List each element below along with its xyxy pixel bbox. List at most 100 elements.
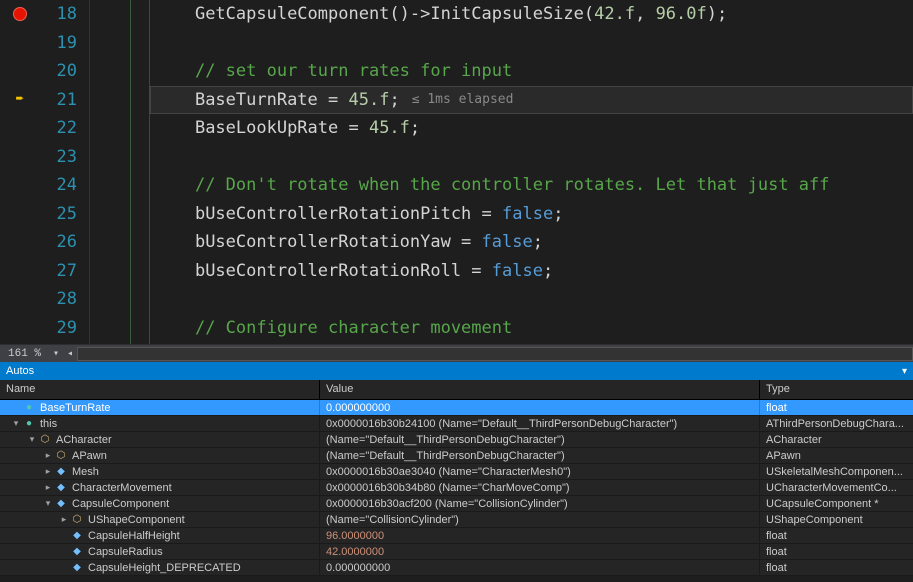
gutter-row[interactable] (0, 171, 40, 200)
watch-row[interactable]: ▸◆CharacterMovement 0x0000016b30b34b80 (N… (0, 480, 913, 496)
watch-row[interactable]: ▸⬡UShapeComponent(Name="CollisionCylinde… (0, 512, 913, 528)
watch-type-cell: AThirdPersonDebugChara... (760, 416, 913, 431)
watch-value-cell[interactable]: 42.0000000 (320, 544, 760, 559)
expand-icon[interactable]: ▸ (42, 482, 54, 494)
breakpoint-gutter[interactable]: ➨ (0, 0, 40, 344)
field-icon: ◆ (70, 529, 84, 543)
watch-value: 0x0000016b30b34b80 (Name="CharMoveComp") (326, 482, 570, 494)
watch-name: CharacterMovement (72, 482, 172, 494)
autos-panel-header[interactable]: Autos ▾ (0, 362, 913, 380)
watch-row[interactable]: ●BaseTurnRate0.000000000float (0, 400, 913, 416)
expand-icon[interactable]: ▾ (10, 418, 22, 430)
watch-row[interactable]: ▾⬡ACharacter(Name="Default__ThirdPersonD… (0, 432, 913, 448)
var-icon: ● (22, 401, 36, 415)
col-header-type[interactable]: Type (760, 380, 913, 399)
col-header-value[interactable]: Value (320, 380, 760, 399)
gutter-row[interactable] (0, 0, 40, 29)
code-line[interactable]: GetCapsuleComponent()->InitCapsuleSize(4… (150, 0, 913, 29)
scroll-left-icon[interactable]: ◂ (63, 347, 77, 361)
gutter-row[interactable] (0, 200, 40, 229)
watch-value-cell[interactable]: (Name="Default__ThirdPersonDebugCharacte… (320, 432, 760, 447)
watch-name: Mesh (72, 466, 99, 478)
expand-icon[interactable]: ▸ (42, 450, 54, 462)
gutter-row[interactable] (0, 257, 40, 286)
expand-icon[interactable]: ▾ (26, 434, 38, 446)
watch-type-cell: APawn (760, 448, 913, 463)
line-numbers: 181920212223242526272829 (40, 0, 90, 344)
watch-type-cell: ACharacter (760, 432, 913, 447)
watch-type-cell: float (760, 400, 913, 415)
zoom-dropdown-icon[interactable]: ▾ (49, 347, 63, 361)
zoom-level[interactable]: 161 % (0, 348, 49, 360)
watch-value-cell[interactable]: 0x0000016b30ae3040 (Name="CharacterMesh0… (320, 464, 760, 479)
code-line[interactable]: // Don't rotate when the controller rota… (150, 171, 913, 200)
gutter-row[interactable] (0, 228, 40, 257)
watch-name-cell: ▸◆ Mesh (0, 464, 320, 479)
col-header-name[interactable]: Name (0, 380, 320, 399)
watch-value-cell[interactable]: 0.000000000 (320, 400, 760, 415)
gutter-row[interactable] (0, 285, 40, 314)
watch-type-cell: float (760, 528, 913, 543)
gutter-row[interactable]: ➨ (0, 86, 40, 115)
watch-value-cell[interactable]: 0x0000016b30b24100 (Name="Default__Third… (320, 416, 760, 431)
code-line[interactable]: BaseLookUpRate = 45.f; (150, 114, 913, 143)
code-line[interactable] (150, 29, 913, 58)
breakpoint-icon[interactable] (13, 7, 27, 21)
code-line[interactable]: bUseControllerRotationRoll = false; (150, 257, 913, 286)
line-number: 21 (40, 86, 89, 115)
watch-row[interactable]: ▸◆ Mesh 0x0000016b30ae3040 (Name="Characte… (0, 464, 913, 480)
code-line[interactable] (150, 143, 913, 172)
horizontal-scrollbar[interactable] (77, 347, 913, 361)
line-number: 24 (40, 171, 89, 200)
gutter-row[interactable] (0, 143, 40, 172)
watch-row[interactable]: ▸⬡APawn(Name="Default__ThirdPersonDebugC… (0, 448, 913, 464)
code-area[interactable]: GetCapsuleComponent()->InitCapsuleSize(4… (150, 0, 913, 344)
watch-type-cell: float (760, 544, 913, 559)
watch-value-cell[interactable]: 0x0000016b30b34b80 (Name="CharMoveComp") (320, 480, 760, 495)
watch-name-cell: ●BaseTurnRate (0, 400, 320, 415)
gutter-row[interactable] (0, 114, 40, 143)
line-number: 18 (40, 0, 89, 29)
collapse-rail[interactable] (90, 0, 150, 344)
watch-row[interactable]: ◆CapsuleRadius42.0000000float (0, 544, 913, 560)
autos-tree[interactable]: ●BaseTurnRate0.000000000float▾●this0x000… (0, 400, 913, 576)
watch-value-cell[interactable]: 0x0000016b30acf200 (Name="CollisionCylin… (320, 496, 760, 511)
watch-type-cell: UCharacterMovementCo... (760, 480, 913, 495)
watch-row[interactable]: ◆CapsuleHalfHeight96.0000000float (0, 528, 913, 544)
watch-value-cell[interactable]: (Name="CollisionCylinder") (320, 512, 760, 527)
line-number: 27 (40, 257, 89, 286)
class-icon: ⬡ (70, 513, 84, 527)
watch-value-cell[interactable]: (Name="Default__ThirdPersonDebugCharacte… (320, 448, 760, 463)
gutter-row[interactable] (0, 314, 40, 343)
watch-value-cell[interactable]: 0.000000000 (320, 560, 760, 575)
expand-icon[interactable]: ▸ (42, 466, 54, 478)
watch-value: (Name="Default__ThirdPersonDebugCharacte… (326, 434, 565, 446)
watch-value: (Name="CollisionCylinder") (326, 514, 459, 526)
code-line[interactable]: BaseTurnRate = 45.f;≤ 1ms elapsed (150, 86, 913, 115)
field-icon: ◆ (54, 465, 68, 479)
gutter-row[interactable] (0, 57, 40, 86)
watch-name-cell: ▾●this (0, 416, 320, 431)
watch-row[interactable]: ◆CapsuleHeight_DEPRECATED0.000000000floa… (0, 560, 913, 576)
code-line[interactable]: bUseControllerRotationPitch = false; (150, 200, 913, 229)
watch-value: 0x0000016b30acf200 (Name="CollisionCylin… (326, 498, 568, 510)
watch-value-cell[interactable]: 96.0000000 (320, 528, 760, 543)
watch-name: CapsuleComponent (72, 498, 169, 510)
code-line[interactable]: // Configure character movement (150, 314, 913, 343)
class-icon: ⬡ (54, 449, 68, 463)
code-line[interactable]: bUseControllerRotationYaw = false; (150, 228, 913, 257)
code-line[interactable] (150, 285, 913, 314)
watch-name-cell: ▸◆CharacterMovement (0, 480, 320, 495)
expand-icon[interactable]: ▸ (58, 514, 70, 526)
code-editor[interactable]: ➨ 181920212223242526272829 GetCapsuleCom… (0, 0, 913, 344)
expand-icon[interactable]: ▾ (42, 498, 54, 510)
code-line[interactable]: // set our turn rates for input (150, 57, 913, 86)
line-number: 20 (40, 57, 89, 86)
watch-row[interactable]: ▾●this0x0000016b30b24100 (Name="Default_… (0, 416, 913, 432)
panel-options-icon[interactable]: ▾ (902, 366, 907, 377)
watch-columns-header: Name Value Type (0, 380, 913, 400)
watch-row[interactable]: ▾◆CapsuleComponent0x0000016b30acf200 (Na… (0, 496, 913, 512)
watch-name-cell: ▸⬡APawn (0, 448, 320, 463)
line-number: 22 (40, 114, 89, 143)
gutter-row[interactable] (0, 29, 40, 58)
